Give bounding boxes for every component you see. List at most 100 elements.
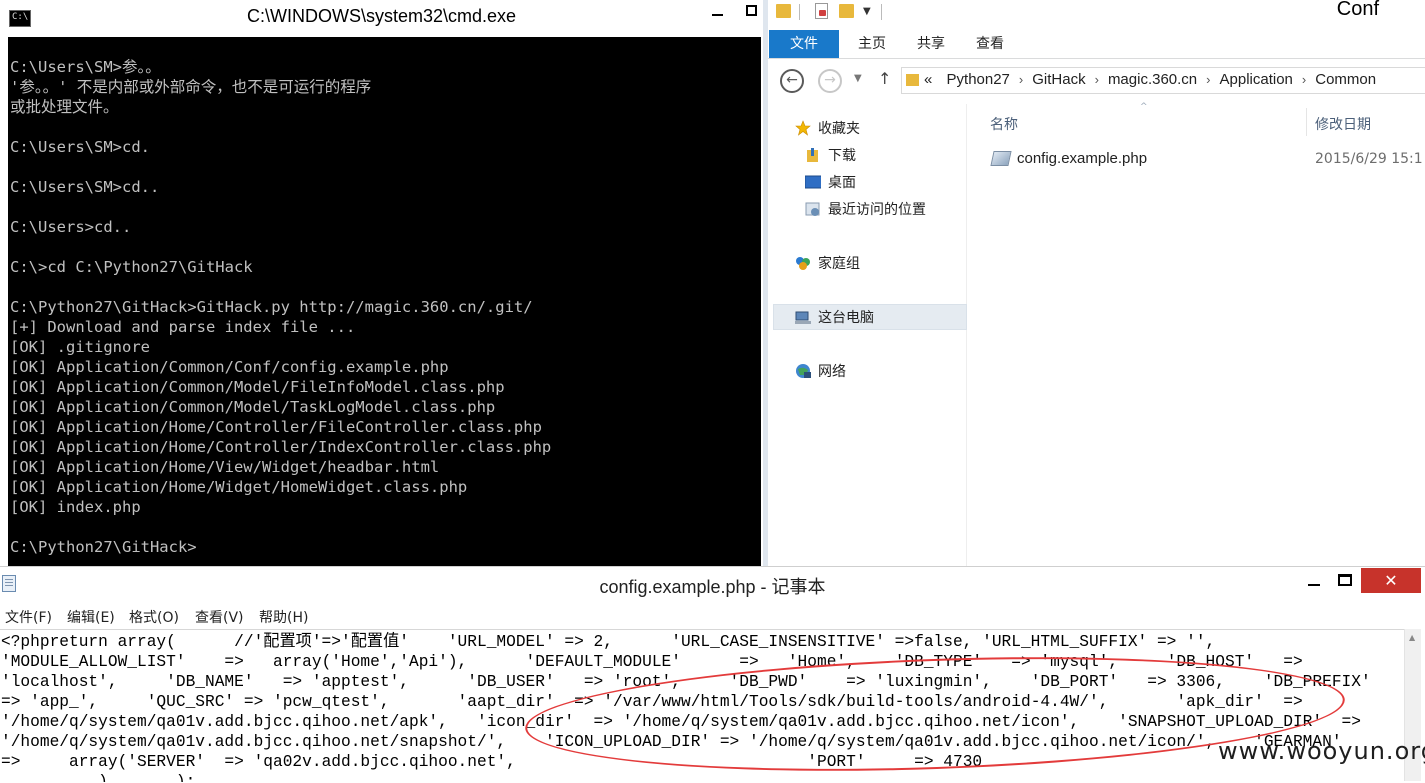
- nav-recent-places[interactable]: 最近访问的位置: [805, 197, 926, 223]
- php-file-icon: [990, 151, 1012, 166]
- new-folder-icon[interactable]: [839, 4, 854, 18]
- breadcrumb-overflow[interactable]: «: [924, 71, 932, 88]
- breadcrumb-chevron-icon[interactable]: ›: [1302, 72, 1306, 87]
- cmd-window: C:\ C:\WINDOWS\system32\cmd.exe C:\Users…: [0, 0, 763, 566]
- text-line: [OK] Application/Common/Conf/config.exam…: [10, 358, 449, 376]
- cmd-console[interactable]: C:\Users\SM>参。。 '参。。' 不是内部或外部命令，也不是可运行的程…: [8, 37, 761, 566]
- minimize-icon[interactable]: [712, 14, 723, 16]
- text-line: <?phpreturn array( //'配置项'=>'配置值' 'URL_M…: [1, 633, 1216, 651]
- text-line: [OK] Application/Common/Model/TaskLogMod…: [10, 398, 496, 416]
- notepad-menu-bar: 文件(F) 编辑(E) 格式(O) 查看(V) 帮助(H): [0, 605, 1425, 627]
- breadcrumb: « Python27 › GitHack › magic.360.cn › Applicat…: [924, 71, 1376, 88]
- nav-this-pc[interactable]: 这台电脑: [795, 305, 874, 331]
- breadcrumb-chevron-icon[interactable]: ›: [1206, 72, 1210, 87]
- menu-edit[interactable]: 编辑(E): [67, 607, 115, 627]
- text-line: [+] Download and parse index file ...: [10, 318, 356, 336]
- text-line: ), );: [1, 773, 196, 782]
- toolbar-divider: [881, 4, 882, 20]
- properties-icon[interactable]: [815, 3, 828, 19]
- tab-home[interactable]: 主页: [844, 30, 900, 58]
- text-line: C:\Python27\GitHack>GitHack.py http://ma…: [10, 298, 533, 316]
- folder-icon[interactable]: [776, 4, 791, 18]
- recent-places-icon: [805, 200, 821, 216]
- breadcrumb-item[interactable]: magic.360.cn: [1108, 71, 1197, 88]
- cmd-title-bar[interactable]: C:\ C:\WINDOWS\system32\cmd.exe: [0, 0, 763, 36]
- file-name: config.example.php: [1017, 150, 1148, 167]
- cmd-output: C:\Users\SM>参。。 '参。。' 不是内部或外部命令，也不是可运行的程…: [10, 57, 551, 557]
- text-line: C:\Users\SM>cd..: [10, 178, 160, 196]
- breadcrumb-item[interactable]: GitHack: [1032, 71, 1085, 88]
- back-arrow-icon[interactable]: ←: [780, 69, 804, 93]
- nav-label: 网络: [818, 364, 846, 380]
- tab-view[interactable]: 查看: [962, 30, 1018, 58]
- homegroup-icon: [795, 254, 811, 270]
- column-divider[interactable]: [1306, 108, 1307, 136]
- text-line: C:\Python27\GitHack>: [10, 538, 197, 556]
- nav-network[interactable]: 网络: [795, 359, 846, 385]
- breadcrumb-item[interactable]: Common: [1315, 71, 1376, 88]
- text-line: [OK] Application/Home/Controller/IndexCo…: [10, 438, 552, 456]
- breadcrumb-chevron-icon[interactable]: ›: [1095, 72, 1099, 87]
- star-icon: [795, 119, 811, 136]
- forward-arrow-icon[interactable]: →: [818, 69, 842, 93]
- minimize-icon[interactable]: [1308, 584, 1320, 586]
- breadcrumb-chevron-icon[interactable]: ›: [1019, 72, 1023, 87]
- text-line: [OK] Application/Home/Widget/HomeWidget.…: [10, 478, 468, 496]
- sort-caret-icon: ^: [1140, 102, 1148, 112]
- nav-label: 这台电脑: [818, 310, 874, 326]
- maximize-icon[interactable]: [1338, 574, 1352, 586]
- navigation-pane: 收藏夹 下载 桌面 最近访问的位置 家庭组 这台电脑 网络: [768, 104, 967, 566]
- menu-view[interactable]: 查看(V): [195, 607, 244, 627]
- nav-desktop[interactable]: 桌面: [804, 170, 856, 196]
- tab-file[interactable]: 文件: [769, 30, 839, 58]
- cmd-title: C:\WINDOWS\system32\cmd.exe: [246, 6, 517, 26]
- tab-share[interactable]: 共享: [903, 30, 959, 58]
- computer-icon: [795, 308, 811, 324]
- breadcrumb-item[interactable]: Python27: [947, 71, 1010, 88]
- nav-homegroup[interactable]: 家庭组: [795, 251, 860, 277]
- nav-downloads[interactable]: 下载: [805, 143, 856, 169]
- network-icon: [795, 362, 811, 378]
- breadcrumb-item[interactable]: Application: [1220, 71, 1293, 88]
- explorer-title: Conf: [1336, 0, 1379, 20]
- scroll-up-arrow-icon[interactable]: ▲: [1409, 633, 1415, 642]
- column-header-modified[interactable]: 修改日期: [1315, 114, 1371, 134]
- text-line: [OK] Application/Home/Controller/FileCon…: [10, 418, 542, 436]
- text-line: [OK] Application/Common/Model/FileInfoMo…: [10, 378, 505, 396]
- chevron-down-icon[interactable]: ▼: [863, 6, 871, 17]
- toolbar-divider: [799, 4, 800, 20]
- nav-favorites[interactable]: 收藏夹: [795, 116, 860, 142]
- menu-file[interactable]: 文件(F): [5, 607, 52, 627]
- text-line: C:\Users\SM>cd.: [10, 138, 150, 156]
- file-modified-date: 2015/6/29 15:1: [1315, 151, 1423, 167]
- text-line: '参。。' 不是内部或外部命令，也不是可运行的程序: [10, 78, 372, 96]
- menu-format[interactable]: 格式(O): [129, 607, 179, 627]
- notepad-title: config.example.php - 记事本: [599, 577, 826, 597]
- address-row: ← → ▼ ↑ « Python27 › GitHack › magic.360.cn ›…: [768, 58, 1425, 104]
- file-row[interactable]: config.example.php 2015/6/29 15:1: [967, 148, 1425, 172]
- address-bar[interactable]: « Python27 › GitHack › magic.360.cn › Applicat…: [901, 67, 1425, 94]
- nav-label: 最近访问的位置: [828, 202, 926, 218]
- close-icon[interactable]: ✕: [1361, 568, 1421, 593]
- ribbon-tabs: 文件 主页 共享 查看: [768, 30, 1425, 59]
- text-line: C:\>cd C:\Python27\GitHack: [10, 258, 253, 276]
- nav-label: 家庭组: [818, 256, 860, 272]
- nav-label: 桌面: [828, 175, 856, 191]
- menu-help[interactable]: 帮助(H): [259, 607, 308, 627]
- watermark: www.wooyun.org: [1218, 737, 1425, 765]
- text-line: C:\Users>cd..: [10, 218, 132, 236]
- text-line: [OK] index.php: [10, 498, 141, 516]
- nav-label: 收藏夹: [818, 121, 860, 137]
- desktop-icon: [804, 173, 824, 189]
- folder-icon: [906, 74, 919, 86]
- file-list: ^ 名称 修改日期 config.example.php 2015/6/29 1…: [967, 102, 1425, 566]
- downloads-folder-icon: [805, 146, 821, 162]
- explorer-window: ▼ Conf 文件 主页 共享 查看 ← → ▼ ↑ « Python27 › Gi…: [763, 0, 1425, 566]
- up-arrow-icon[interactable]: ↑: [878, 69, 891, 88]
- column-header-name[interactable]: 名称: [990, 114, 1018, 134]
- nav-label: 下载: [828, 148, 856, 164]
- recent-locations-chevron-icon[interactable]: ▼: [854, 73, 862, 84]
- text-line: [OK] Application/Home/View/Widget/headba…: [10, 458, 440, 476]
- maximize-icon[interactable]: [746, 5, 757, 16]
- text-line: C:\Users\SM>参。。: [10, 58, 161, 76]
